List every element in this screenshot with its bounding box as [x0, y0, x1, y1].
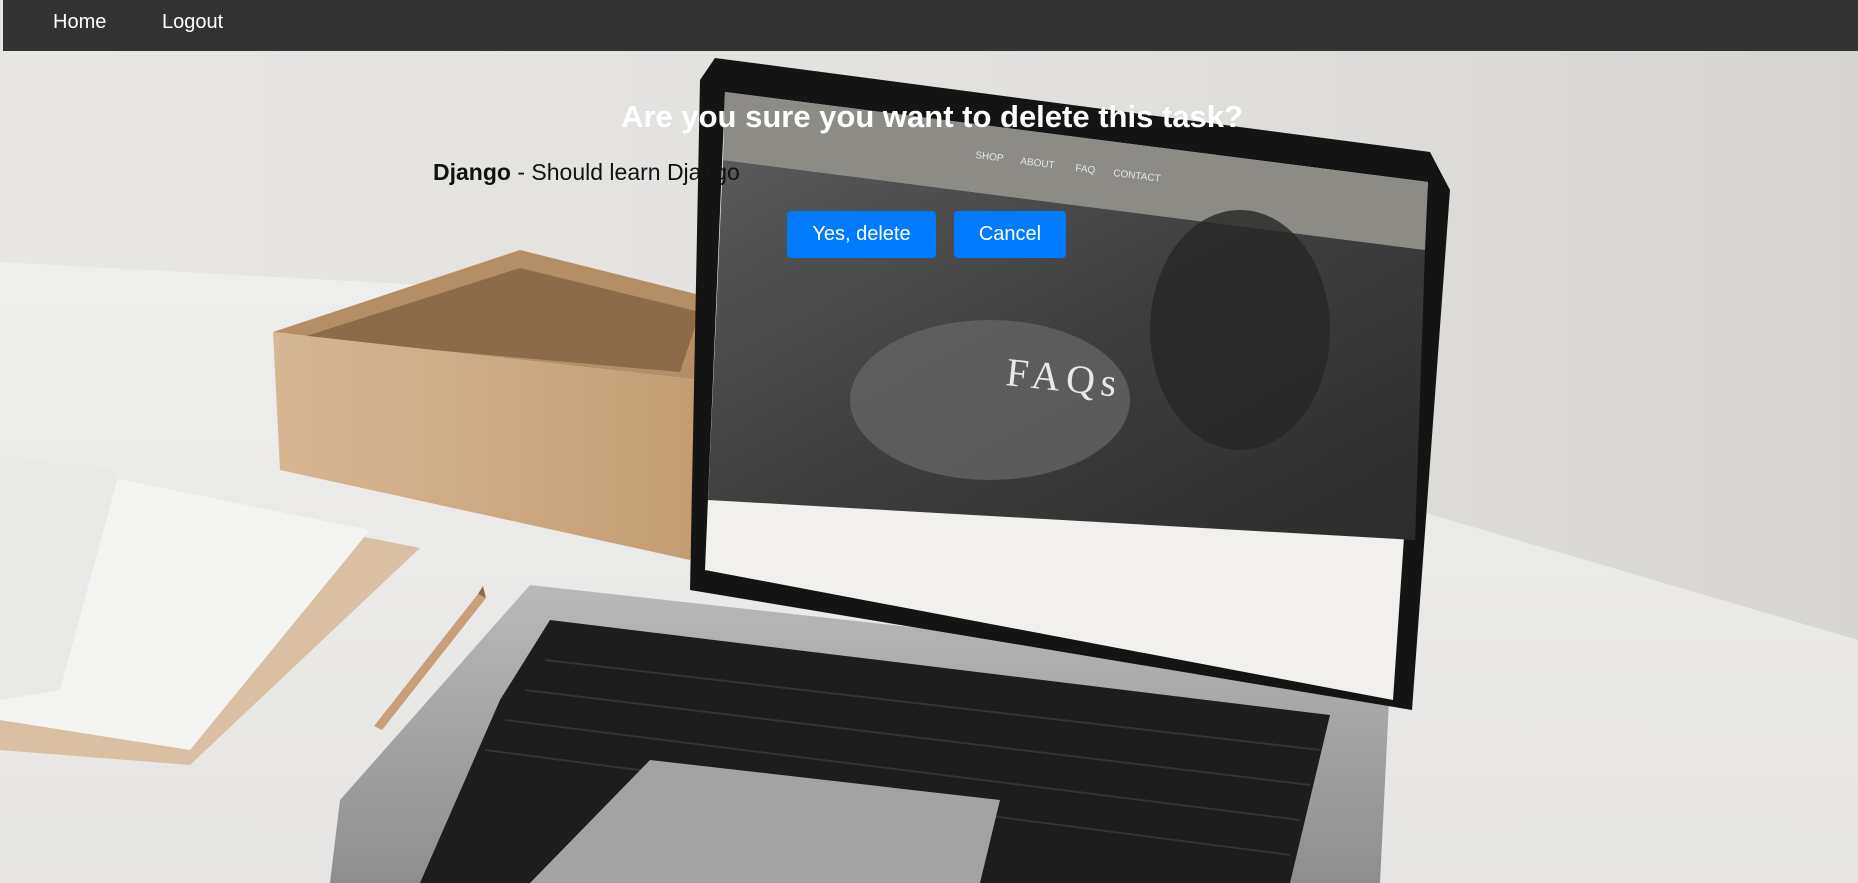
task-description: Should learn Django [531, 159, 740, 185]
cancel-button[interactable]: Cancel [954, 211, 1066, 258]
confirm-delete-button[interactable]: Yes, delete [787, 211, 936, 258]
top-navbar: Home Logout [3, 0, 1858, 51]
page-title: Are you sure you want to delete this tas… [621, 99, 1243, 134]
task-summary: Django - Should learn Django [433, 159, 740, 186]
task-separator: - [510, 159, 532, 185]
nav-home-link[interactable]: Home [53, 11, 106, 34]
task-title: Django [433, 159, 511, 185]
nav-logout-link[interactable]: Logout [162, 11, 223, 34]
